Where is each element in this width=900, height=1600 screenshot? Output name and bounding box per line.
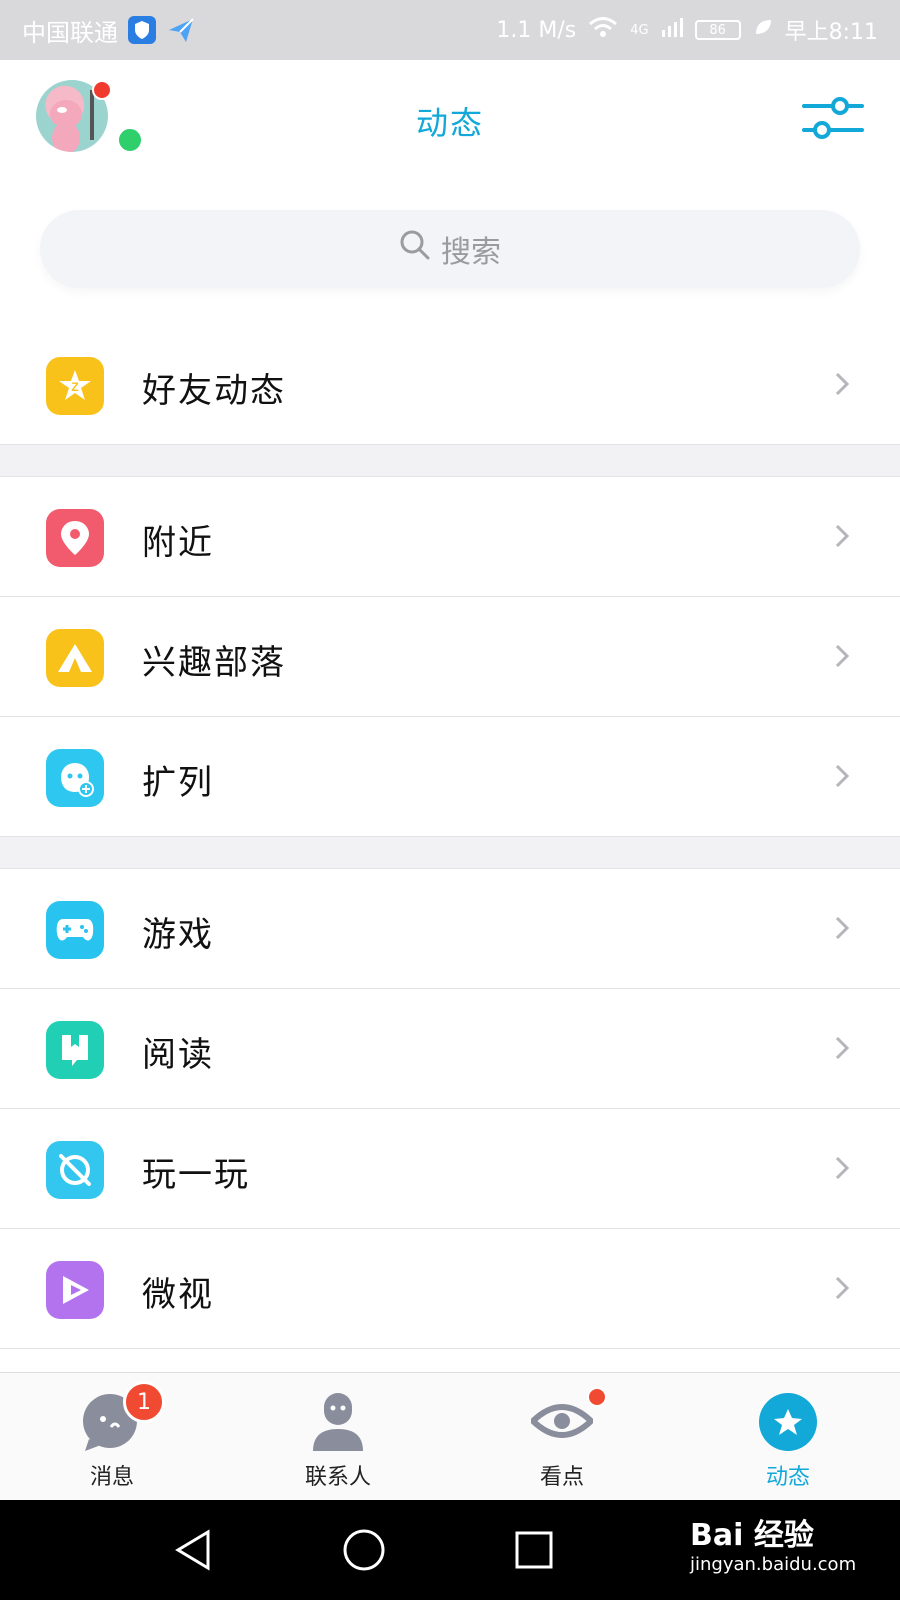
leaf-icon (753, 17, 773, 43)
chevron-right-icon (835, 916, 850, 940)
add-friend-face-icon (46, 749, 104, 807)
tab-messages[interactable]: 1 消息 (42, 1381, 182, 1491)
tab-label: 消息 (89, 1465, 134, 1490)
network-speed: 1.1 M/s (496, 17, 577, 43)
list-item-nearby[interactable]: 附近 (0, 477, 900, 597)
system-nav-bar: Bai 经验 jingyan.baidu.com (0, 1500, 900, 1600)
list-item-games[interactable]: 游戏 (0, 869, 900, 989)
section-divider (0, 445, 900, 477)
list-item-label: 阅读 (142, 1035, 214, 1075)
list-item-play[interactable]: 玩一玩 (0, 1109, 900, 1229)
list-item-label: 玩一玩 (142, 1155, 250, 1195)
list-item-label: 兴趣部落 (142, 643, 286, 683)
clock-time: 早上8:11 (784, 20, 878, 45)
carrier-label: 中国联通 (22, 18, 118, 47)
network-type: 4G (630, 22, 649, 38)
chevron-right-icon (835, 644, 850, 668)
paper-plane-icon (166, 15, 196, 45)
list-item-interest-tribe[interactable]: 兴趣部落 (0, 597, 900, 717)
header: 动态 (0, 60, 900, 190)
feature-list: Z 好友动态 附近 兴趣部落 扩列 游戏 阅读 玩一玩 微视 (0, 325, 900, 1349)
unread-badge: 1 (123, 1381, 165, 1423)
contacts-icon (307, 1391, 369, 1453)
notification-dot (587, 1387, 607, 1407)
list-item-reading[interactable]: 阅读 (0, 989, 900, 1109)
tab-contacts[interactable]: 联系人 (268, 1391, 408, 1491)
book-icon (46, 1021, 104, 1079)
home-icon[interactable] (340, 1526, 388, 1574)
list-item-expand-friends[interactable]: 扩列 (0, 717, 900, 837)
chevron-right-icon (835, 372, 850, 396)
list-item-label: 附近 (142, 523, 214, 563)
chevron-right-icon (835, 1156, 850, 1180)
signal-icon (661, 16, 683, 44)
tab-label: 看点 (539, 1465, 584, 1490)
tab-label: 动态 (765, 1465, 810, 1490)
chevron-right-icon (835, 1276, 850, 1300)
status-left: 中国联通 (22, 13, 196, 48)
list-item-label: 游戏 (142, 915, 214, 955)
list-item-label: 微视 (142, 1275, 214, 1315)
section-divider (0, 837, 900, 869)
tab-label: 联系人 (304, 1465, 371, 1490)
search-icon (399, 229, 431, 269)
chevron-right-icon (835, 524, 850, 548)
play-icon (46, 1261, 104, 1319)
qzone-star-icon: Z (46, 357, 104, 415)
tab-kandian[interactable]: 看点 (492, 1387, 632, 1491)
battery-indicator: 86 (694, 20, 741, 40)
location-pin-icon (46, 509, 104, 567)
avatar-notification-dot (92, 80, 112, 100)
tab-dynamics[interactable]: 动态 (718, 1391, 858, 1491)
message-icon: 1 (81, 1381, 165, 1453)
status-right: 1.1 M/s 4G 86 早上8:11 (496, 14, 878, 46)
list-item-friend-feed[interactable]: Z 好友动态 (0, 325, 900, 445)
star-circle-icon (757, 1391, 819, 1453)
eye-icon (528, 1387, 607, 1453)
list-item-label: 扩列 (142, 763, 214, 803)
page-title: 动态 (415, 104, 484, 142)
gamepad-icon (46, 901, 104, 959)
planet-icon (46, 1141, 104, 1199)
list-item-label: 好友动态 (142, 371, 286, 411)
wifi-icon (588, 16, 618, 44)
baidu-watermark: Bai 经验 jingyan.baidu.com (690, 1510, 890, 1592)
bottom-tab-bar: 1 消息 联系人 看点 动态 (0, 1372, 900, 1500)
shield-icon (128, 16, 156, 44)
back-icon[interactable] (170, 1526, 218, 1574)
chevron-right-icon (835, 1036, 850, 1060)
settings-sliders-icon[interactable] (802, 94, 864, 142)
watermark-sub: jingyan.baidu.com (690, 1554, 857, 1575)
tent-icon (46, 629, 104, 687)
list-item-weishi[interactable]: 微视 (0, 1229, 900, 1349)
recents-icon[interactable] (510, 1526, 558, 1574)
search-placeholder: 搜索 (441, 235, 501, 270)
search-input[interactable]: 搜索 (40, 210, 860, 288)
watermark-main: Bai 经验 (690, 1518, 814, 1553)
svg-text:Z: Z (71, 380, 78, 394)
chevron-right-icon (835, 764, 850, 788)
status-bar: 中国联通 1.1 M/s 4G 86 早上8:11 (0, 0, 900, 60)
